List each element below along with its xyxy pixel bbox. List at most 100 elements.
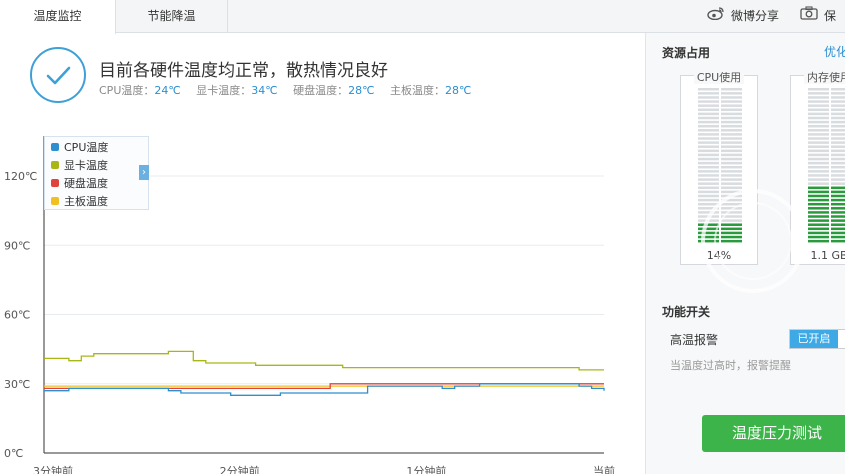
features-title: 功能开关 — [662, 305, 711, 319]
gauge-segment — [808, 223, 829, 226]
gauge-segment — [721, 149, 742, 153]
tab-energy-cooling[interactable]: 节能降温 — [116, 0, 228, 33]
legend-item-cpu[interactable]: CPU温度 — [51, 139, 108, 155]
gauge-segment — [721, 202, 742, 206]
y-tick-label: 60℃ — [4, 309, 30, 322]
gauge-segment — [831, 149, 845, 153]
gauge-segment — [698, 182, 719, 185]
optimize-link[interactable]: 优化 — [824, 43, 845, 60]
board-temp-value: 28℃ — [444, 84, 472, 97]
gauge-segment — [808, 112, 829, 116]
gauge-segment — [698, 178, 719, 181]
gauge-segment — [721, 174, 742, 177]
gauge-segment — [808, 166, 829, 169]
gauge-segment — [808, 129, 829, 132]
status-title: 目前各硬件温度均正常，散热情况良好 — [99, 61, 388, 81]
gauge-segment — [808, 186, 829, 190]
gauge-segment — [721, 231, 742, 235]
gauge-segment — [721, 161, 742, 165]
top-tab-bar: 温度监控 节能降温 微博分享 保存 — [0, 0, 845, 56]
legend-collapse-button[interactable]: › — [139, 165, 149, 180]
stress-test-button[interactable]: 温度压力测试 — [702, 415, 845, 452]
status-check-icon — [30, 47, 86, 103]
gauge-segment — [831, 215, 845, 218]
gauge-segment — [831, 239, 845, 243]
memory-usage-gauge: 内存使用 1.1 GB — [790, 71, 845, 265]
gauge-segment — [721, 133, 742, 136]
gauge-segment — [721, 194, 742, 198]
gauge-segment — [831, 231, 845, 235]
gauge-segment — [721, 170, 742, 173]
gauge-segment — [721, 227, 742, 231]
gauge-segment — [698, 235, 719, 239]
gauge-segment — [698, 92, 719, 95]
gauge-segment — [698, 194, 719, 198]
gauge-segment — [808, 120, 829, 124]
gauge-segment — [831, 129, 845, 132]
legend-item-disk[interactable]: 硬盘温度 — [51, 175, 108, 191]
gauge-segment — [698, 116, 719, 120]
gauge-segment — [698, 88, 719, 91]
gauge-segment — [698, 124, 719, 128]
gauge-segment — [808, 137, 829, 140]
tab-temperature-monitor[interactable]: 温度监控 — [0, 0, 116, 34]
gauge-segment — [831, 182, 845, 185]
gauge-segment — [721, 120, 742, 124]
x-tick-label: 1分钟前 — [406, 464, 446, 474]
gauge-segment — [721, 223, 742, 226]
cpu-usage-value: 14% — [706, 249, 732, 262]
gauge-segment — [698, 157, 719, 161]
gauge-segment — [721, 92, 742, 95]
gauge-segment — [698, 202, 719, 206]
gauge-segment — [808, 124, 829, 128]
gauge-segment — [721, 104, 742, 107]
legend-swatch-cpu — [51, 143, 59, 151]
gauge-segment — [831, 227, 845, 231]
gauge-segment — [698, 174, 719, 177]
gauge-segment — [721, 178, 742, 181]
gauge-segment — [698, 231, 719, 235]
gauge-segment — [808, 231, 829, 235]
gauge-segment — [808, 88, 829, 91]
gauge-segment — [721, 198, 742, 202]
save-button[interactable]: 保存 — [800, 0, 845, 56]
series-line — [44, 350, 604, 371]
gauge-segment — [721, 207, 742, 210]
gauge-segment — [831, 108, 845, 112]
disk-temp-value: 28℃ — [348, 84, 375, 97]
camera-icon — [800, 0, 818, 33]
gauge-segment — [808, 178, 829, 181]
gauge-segment — [721, 235, 742, 239]
gauge-segment — [831, 170, 845, 173]
gauge-segment — [808, 161, 829, 165]
gpu-temp-item: 显卡温度：34℃ — [196, 84, 278, 97]
gauge-segment — [721, 124, 742, 128]
gauge-segment — [698, 100, 719, 103]
gauge-segment — [721, 190, 742, 194]
gauge-segment — [808, 149, 829, 153]
gauge-segment — [698, 166, 719, 169]
gauge-segment — [808, 100, 829, 103]
gauge-segment — [808, 194, 829, 198]
gauge-segment — [698, 133, 719, 136]
cpu-usage-gauge: CPU使用 14% — [680, 71, 758, 265]
legend-swatch-disk — [51, 179, 59, 187]
x-tick-label: 当前 — [593, 464, 615, 474]
gauge-segment — [721, 112, 742, 116]
gauge-segment — [721, 137, 742, 140]
high-temp-alarm-toggle[interactable]: 已开启 — [789, 329, 845, 349]
weibo-share-label: 微博分享 — [731, 9, 780, 23]
x-tick-label: 3分钟前 — [33, 464, 73, 474]
gauge-segment — [721, 88, 742, 91]
gauge-segment — [808, 174, 829, 177]
gauge-segment — [831, 161, 845, 165]
gauge-segment — [831, 211, 845, 214]
gauge-segment — [831, 116, 845, 120]
gauge-segment — [721, 141, 742, 144]
legend-item-board[interactable]: 主板温度 — [51, 193, 108, 209]
legend-item-gpu[interactable]: 显卡温度 — [51, 157, 108, 173]
weibo-share-button[interactable]: 微博分享 — [707, 0, 779, 33]
gauge-segment — [698, 223, 719, 226]
weibo-icon — [707, 0, 725, 33]
gauge-segment — [808, 157, 829, 161]
